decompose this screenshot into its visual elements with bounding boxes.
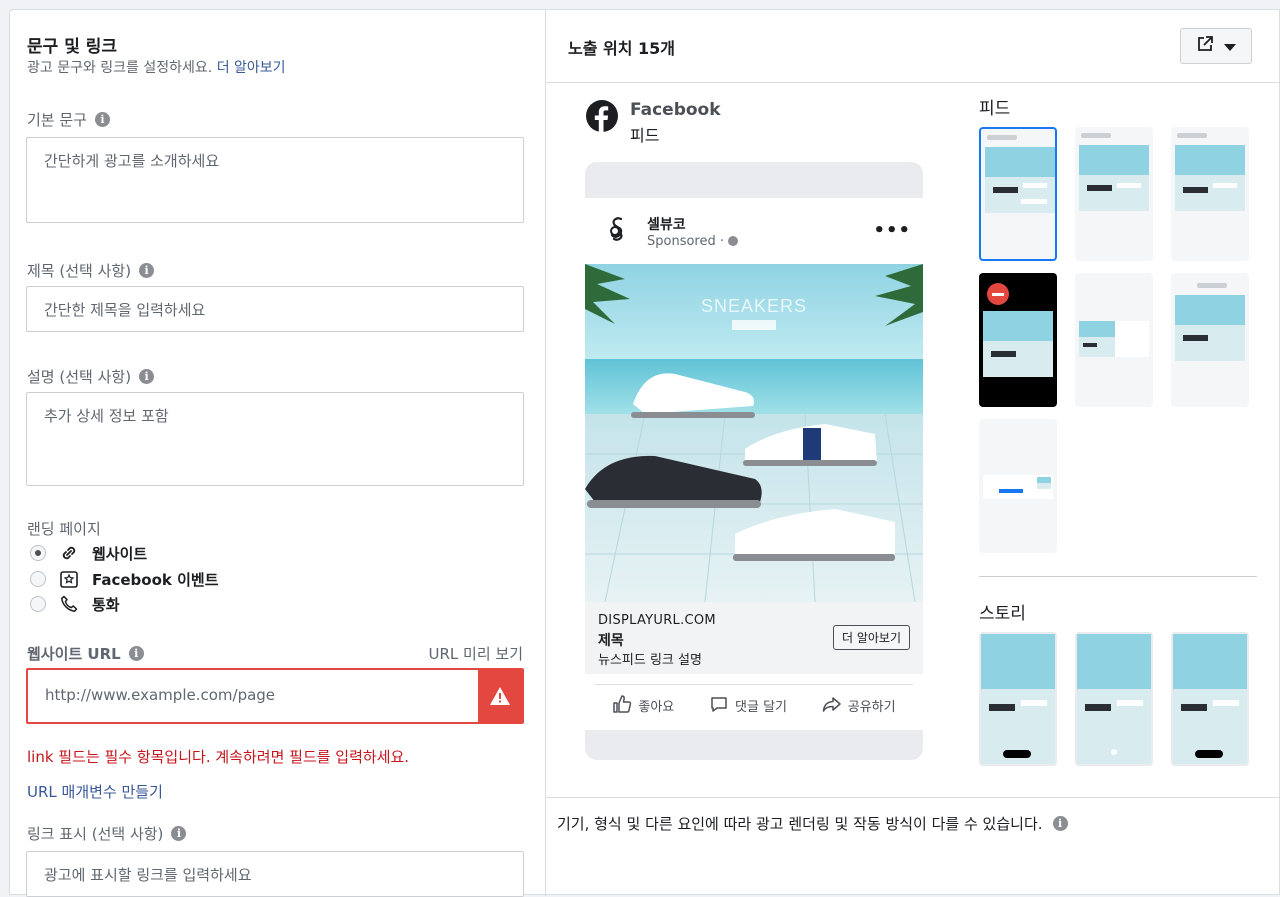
- learn-more-link[interactable]: 더 알아보기: [217, 60, 286, 76]
- landing-option-website[interactable]: 웹사이트: [30, 542, 147, 564]
- placement-thumb-instant-articles[interactable]: [1075, 127, 1153, 261]
- website-url-input[interactable]: http://www.example.com/page: [26, 668, 524, 724]
- cta-button[interactable]: 더 알아보기: [832, 625, 910, 650]
- link-icon: [58, 542, 80, 564]
- landing-option-event[interactable]: Facebook 이벤트: [30, 568, 219, 590]
- comment-button[interactable]: 댓글 달기: [709, 694, 787, 718]
- url-error-message: link 필드는 필수 항목입니다. 계속하려면 필드를 입력하세요.: [27, 748, 410, 766]
- feed-preview-mockup: 셀뷰코 Sponsored · ••• SNEAKERS DISPLAYURL.…: [585, 162, 923, 760]
- landing-option-call[interactable]: 통화: [30, 593, 120, 615]
- share-icon: [822, 694, 842, 718]
- headline-label: 제목 (선택 사항) i: [27, 260, 155, 281]
- placement-thumb-search[interactable]: [1171, 273, 1249, 407]
- ad-description: 뉴스피드 링크 설명: [598, 653, 702, 668]
- landing-page-label: 랜딩 페이지: [27, 520, 101, 538]
- post-header: 셀뷰코 Sponsored ·: [601, 212, 739, 250]
- info-icon[interactable]: i: [94, 112, 110, 127]
- event-star-icon: [58, 568, 80, 590]
- comment-icon: [709, 694, 729, 718]
- platform-name: Facebook: [630, 100, 721, 120]
- ad-headline: 제목: [598, 633, 624, 649]
- ad-post: 셀뷰코 Sponsored · ••• SNEAKERS DISPLAYURL.…: [585, 198, 923, 730]
- thumb-image: [985, 147, 1055, 213]
- ad-image[interactable]: SNEAKERS: [585, 264, 923, 602]
- website-url-label: 웹사이트 URL i: [27, 643, 144, 664]
- radio-button[interactable]: [30, 571, 46, 587]
- radio-button[interactable]: [30, 545, 46, 561]
- placement-thumb-video-feeds[interactable]: [979, 273, 1057, 407]
- section-title: 문구 및 링크: [27, 37, 118, 57]
- share-preview-button[interactable]: [1180, 28, 1252, 64]
- info-icon[interactable]: i: [1052, 816, 1068, 831]
- link-footer[interactable]: DISPLAYURL.COM 제목 뉴스피드 링크 설명 더 알아보기: [585, 602, 923, 674]
- placement-thumb-story-facebook[interactable]: [979, 632, 1057, 766]
- chevron-down-icon: [1224, 37, 1236, 56]
- facebook-logo-icon: [586, 100, 618, 136]
- thumb-image: [1037, 477, 1051, 489]
- blocked-icon: [987, 283, 1009, 305]
- placement-header: Facebook 피드: [586, 100, 721, 146]
- primary-text-label: 기본 문구 i: [27, 109, 110, 130]
- thumb-image: [981, 634, 1055, 764]
- build-url-params-link[interactable]: URL 매개변수 만들기: [27, 781, 163, 802]
- divider: [979, 576, 1257, 577]
- placement-name: 피드: [630, 126, 660, 145]
- rendering-note: 기기, 형식 및 다른 요인에 따라 광고 렌더링 및 작동 방식이 다를 수 …: [557, 813, 1068, 834]
- image-headline: SNEAKERS: [701, 296, 807, 316]
- stories-heading: 스토리: [979, 604, 1026, 624]
- phone-icon: [58, 593, 80, 615]
- thumb-image: [983, 311, 1053, 377]
- info-icon[interactable]: i: [171, 826, 187, 841]
- thumb-image: [1175, 145, 1245, 211]
- url-preview-link[interactable]: URL 미리 보기: [429, 643, 524, 664]
- placement-thumb-messenger[interactable]: [979, 419, 1057, 553]
- more-options-icon[interactable]: •••: [873, 220, 911, 241]
- globe-icon: [728, 236, 739, 246]
- feed-heading: 피드: [979, 99, 1011, 119]
- display-url: DISPLAYURL.COM: [598, 613, 716, 628]
- placements-count: 노출 위치 15개: [568, 39, 676, 58]
- primary-text-input[interactable]: 간단하게 광고를 소개하세요: [26, 137, 524, 223]
- text-and-links-form: 문구 및 링크 광고 문구와 링크를 설정하세요. 더 알아보기 기본 문구 i …: [10, 10, 546, 897]
- ad-preview-panel: 노출 위치 15개 Facebook 피드 셀뷰코 Sponsored · ••…: [546, 10, 1280, 896]
- placement-thumb-right-column[interactable]: [1075, 273, 1153, 407]
- description-input[interactable]: 추가 상세 정보 포함: [26, 392, 524, 486]
- sponsored-label: Sponsored ·: [647, 234, 739, 249]
- info-icon[interactable]: i: [139, 263, 155, 278]
- ad-editor-panel: 문구 및 링크 광고 문구와 링크를 설정하세요. 더 알아보기 기본 문구 i …: [9, 9, 1280, 897]
- placement-thumb-story-instagram[interactable]: [1075, 632, 1153, 766]
- info-icon[interactable]: i: [139, 369, 155, 384]
- thumb-image: [1175, 295, 1245, 361]
- radio-button[interactable]: [30, 596, 46, 612]
- display-link-input[interactable]: 광고에 표시할 링크를 입력하세요: [26, 851, 524, 897]
- placement-thumb-feed[interactable]: [979, 127, 1057, 261]
- post-actions: 좋아요 댓글 달기 공유하기: [595, 684, 913, 726]
- thumb-image: [1173, 634, 1247, 764]
- placement-thumb-marketplace[interactable]: [1171, 127, 1249, 261]
- thumb-image: [1077, 634, 1151, 764]
- thumb-image: [1079, 145, 1149, 211]
- url-placeholder: http://www.example.com/page: [45, 686, 276, 704]
- radio-label: 통화: [92, 595, 120, 614]
- description-label: 설명 (선택 사항) i: [27, 366, 155, 387]
- share-button[interactable]: 공유하기: [822, 694, 896, 718]
- warning-icon: [478, 670, 522, 722]
- radio-label: Facebook 이벤트: [92, 570, 219, 589]
- brand-logo-icon: [601, 212, 635, 250]
- headline-input[interactable]: 간단한 제목을 입력하세요: [26, 286, 524, 332]
- divider: [546, 82, 1280, 83]
- page-name: 셀뷰코: [647, 216, 686, 233]
- external-link-icon: [1196, 35, 1214, 57]
- divider: [546, 797, 1280, 798]
- info-icon[interactable]: i: [128, 646, 144, 661]
- radio-label: 웹사이트: [92, 544, 148, 563]
- like-button[interactable]: 좋아요: [612, 694, 674, 718]
- section-subtitle: 광고 문구와 링크를 설정하세요. 더 알아보기: [27, 60, 286, 76]
- display-link-label: 링크 표시 (선택 사항) i: [27, 823, 187, 844]
- placement-thumb-story-messenger[interactable]: [1171, 632, 1249, 766]
- thumb-image: [1079, 321, 1115, 357]
- thumbs-up-icon: [612, 694, 632, 718]
